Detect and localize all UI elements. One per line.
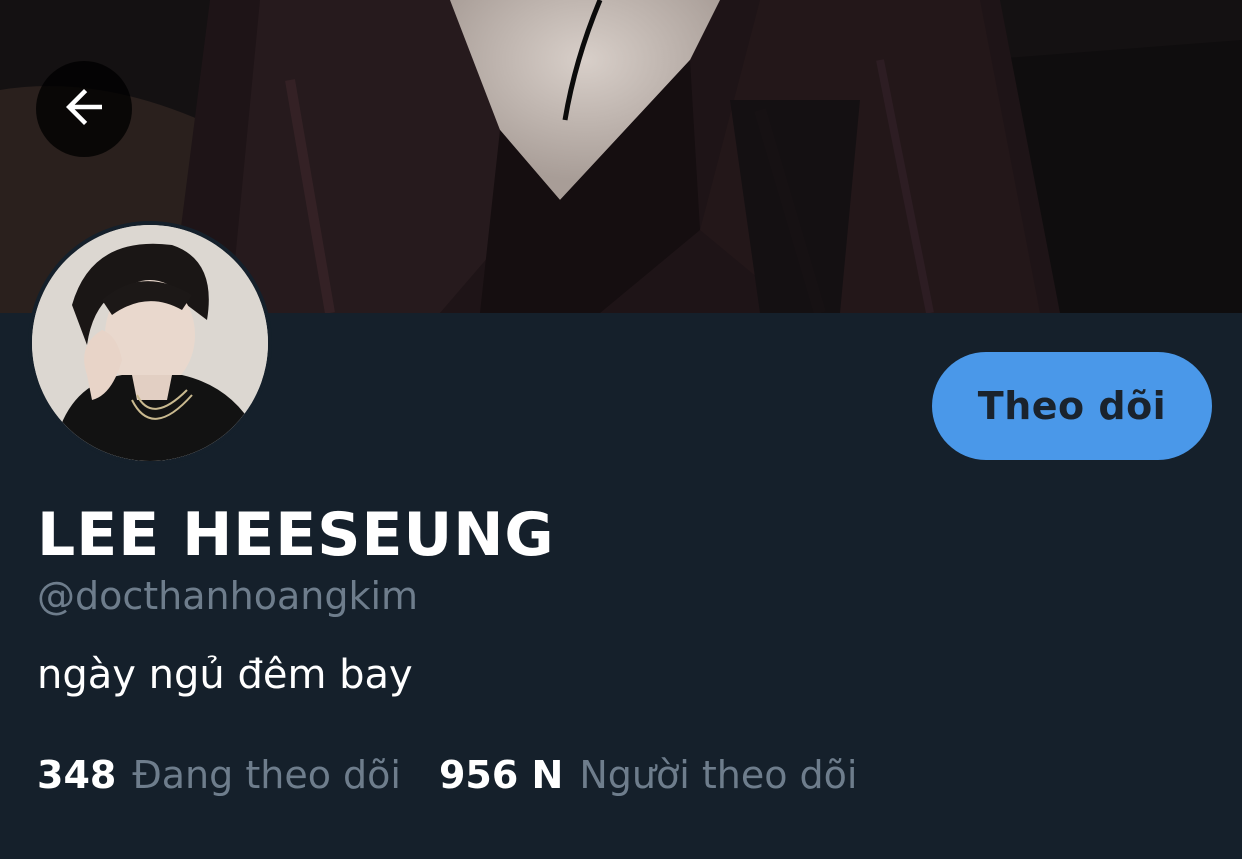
following-count: 348	[37, 753, 117, 797]
follow-button[interactable]: Theo dõi	[932, 352, 1212, 460]
following-stat[interactable]: 348 Đang theo dõi	[37, 753, 401, 797]
followers-stat[interactable]: 956 N Người theo dõi	[439, 753, 858, 797]
profile-bio: ngày ngủ đêm bay	[37, 652, 413, 698]
profile-page: Theo dõi LEE HEESEUNG @docthanhoangkim n…	[0, 0, 1242, 859]
followers-count: 956 N	[438, 753, 564, 797]
username-handle: @docthanhoangkim	[37, 574, 419, 618]
arrow-left-icon	[57, 80, 111, 139]
followers-label: Người theo dõi	[579, 753, 858, 797]
following-label: Đang theo dõi	[132, 753, 401, 797]
avatar[interactable]	[28, 221, 272, 465]
back-button[interactable]	[36, 61, 132, 157]
follow-stats: 348 Đang theo dõi 956 N Người theo dõi	[37, 753, 857, 797]
display-name: LEE HEESEUNG	[37, 500, 555, 570]
avatar-image	[32, 225, 268, 461]
